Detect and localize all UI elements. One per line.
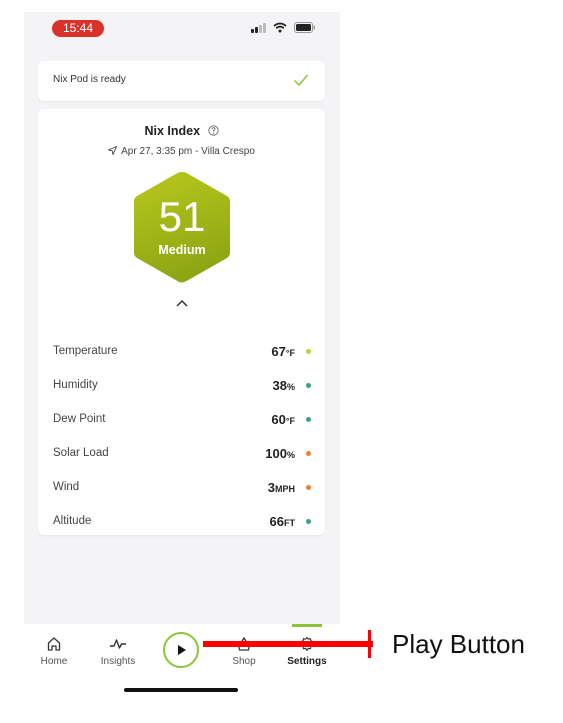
play-button[interactable]: [163, 632, 199, 668]
metric-value: 67°F: [271, 344, 295, 359]
status-dot: [306, 451, 311, 456]
metric-row-altitude[interactable]: Altitude 66FT: [53, 512, 311, 532]
status-icons: [251, 22, 316, 33]
pod-ready-text: Nix Pod is ready: [53, 74, 126, 85]
check-icon: [293, 74, 309, 87]
metric-value: 100%: [265, 446, 295, 461]
insights-icon: [110, 639, 126, 649]
nav-home-label: Home: [40, 656, 68, 667]
status-bar: 15:44: [24, 12, 340, 46]
annotation-arrow-tick: [368, 630, 371, 658]
status-dot: [306, 519, 311, 524]
nav-insights-label: Insights: [100, 656, 136, 667]
pod-ready-notice[interactable]: Nix Pod is ready: [38, 61, 325, 101]
play-icon: [178, 645, 186, 655]
location-arrow-icon: [107, 145, 118, 156]
nix-index-level: Medium: [158, 243, 206, 257]
metric-label: Altitude: [53, 515, 92, 527]
signal-icon: [251, 22, 266, 33]
metric-row-solar-load[interactable]: Solar Load 100%: [53, 444, 311, 464]
battery-icon: [294, 22, 315, 33]
location-text: Apr 27, 3:35 pm - Villa Crespo: [121, 146, 255, 157]
metric-label: Wind: [53, 481, 80, 493]
metric-label: Temperature: [53, 345, 118, 357]
metric-value: 60°F: [271, 412, 295, 427]
chevron-up-icon[interactable]: [175, 299, 189, 308]
metric-value: 66FT: [269, 514, 295, 529]
metric-value: 38%: [272, 378, 295, 393]
metric-label: Humidity: [53, 379, 98, 391]
metric-row-wind[interactable]: Wind 3MPH: [53, 478, 311, 498]
status-dot: [306, 383, 311, 388]
phone-screen: 15:44 Nix Pod is ready Nix Index Apr 27,…: [24, 12, 340, 712]
annotation-arrow-line: [203, 641, 373, 647]
home-icon: [47, 637, 61, 651]
metric-row-temperature[interactable]: Temperature 67°F: [53, 342, 311, 362]
nav-shop-label: Shop: [232, 656, 256, 667]
status-time: 15:44: [52, 20, 104, 37]
nix-index-title: Nix Index: [144, 124, 201, 138]
nix-index-card: Nix Index Apr 27, 3:35 pm - Villa Crespo…: [38, 109, 325, 535]
wifi-icon: [273, 22, 287, 33]
nav-settings-label: Settings: [287, 656, 327, 667]
home-indicator[interactable]: [124, 688, 238, 692]
metric-label: Solar Load: [53, 447, 109, 459]
status-dot: [306, 485, 311, 490]
help-icon[interactable]: [207, 125, 219, 136]
bottom-nav: Home Insights Shop Settings: [24, 624, 340, 712]
metric-value: 3MPH: [267, 480, 295, 495]
location-row: Apr 27, 3:35 pm - Villa Crespo: [38, 145, 325, 157]
nav-home[interactable]: Home: [24, 636, 84, 667]
status-dot: [306, 349, 311, 354]
nav-insights[interactable]: Insights: [88, 636, 148, 667]
nix-index-value: 51: [158, 193, 206, 240]
metric-label: Dew Point: [53, 413, 106, 425]
metric-row-humidity[interactable]: Humidity 38%: [53, 376, 311, 396]
nix-index-header: Nix Index: [38, 124, 325, 138]
metric-row-dew-point[interactable]: Dew Point 60°F: [53, 410, 311, 430]
annotation-label: Play Button: [392, 629, 525, 659]
settings-indicator: [292, 624, 322, 627]
status-dot: [306, 417, 311, 422]
